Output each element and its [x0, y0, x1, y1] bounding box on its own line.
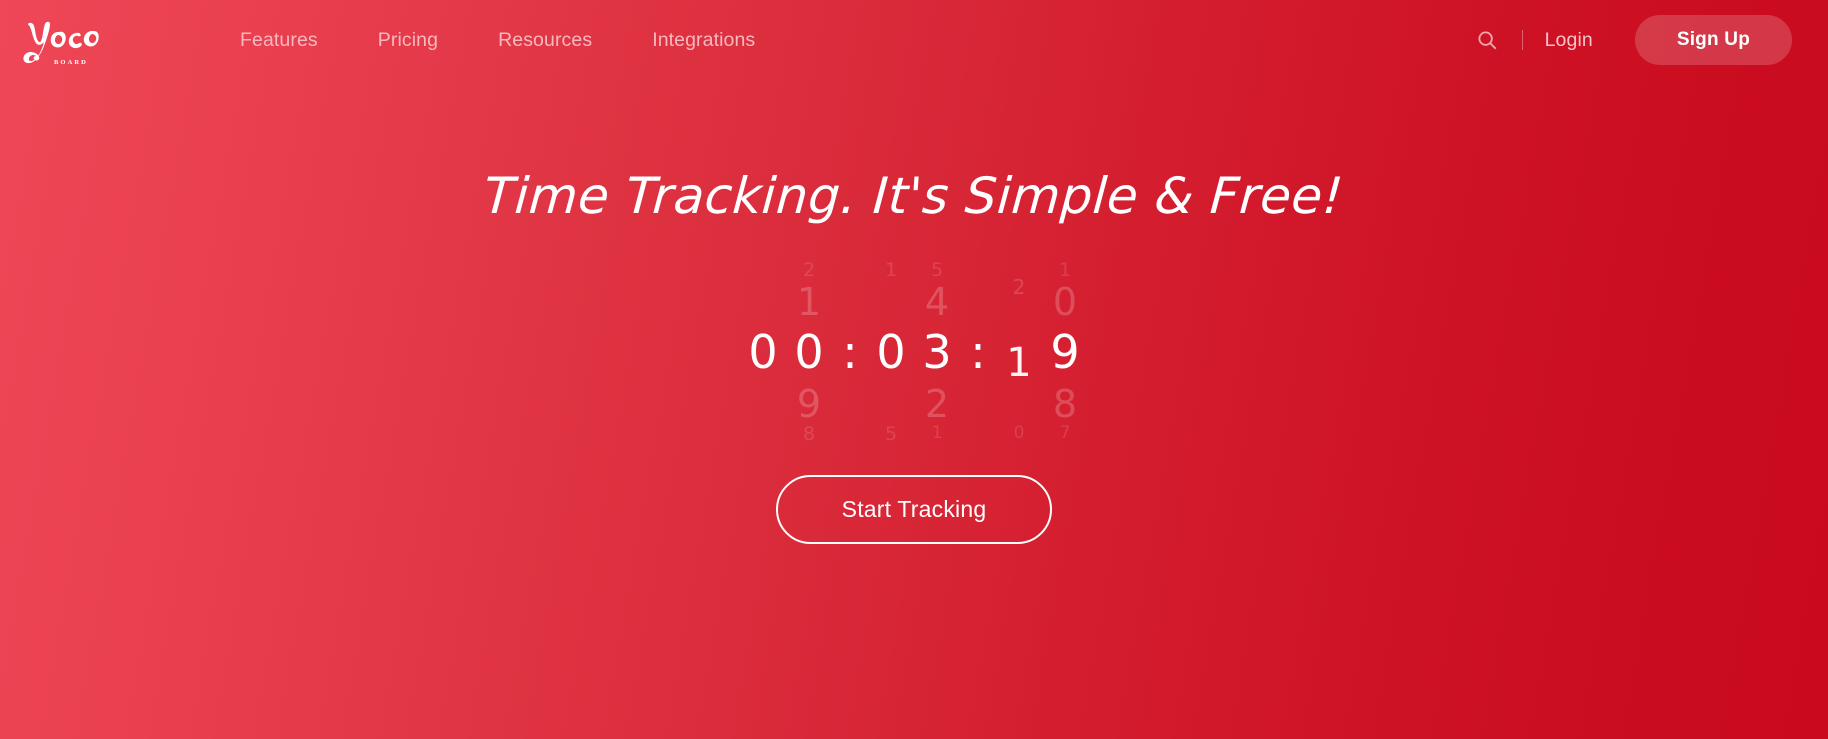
nav-item-features[interactable]: Features [210, 23, 348, 58]
nav-item-integrations[interactable]: Integrations [622, 23, 785, 58]
header-actions: Login Sign Up [1476, 15, 1792, 65]
digit-current: 0 [876, 325, 906, 379]
digit-far-down: 5 [884, 423, 898, 445]
yoco-wordmark-icon [23, 21, 99, 64]
timer-separator-2: : [960, 257, 996, 447]
digit-down: 2 [924, 382, 950, 426]
cta-container: Start Tracking [775, 475, 1053, 544]
digit-far-down: 8 [802, 423, 816, 445]
digit-current: 0 [748, 325, 778, 379]
digit-far-down: 7 [1059, 423, 1071, 443]
brand-subtitle: BOARD [54, 59, 88, 66]
digit-column-seconds-tens[interactable]: 2 1 0 [996, 257, 1042, 447]
digit-far-down: 0 [1013, 423, 1025, 443]
header-divider [1521, 30, 1523, 50]
digit-far-up: 1 [1058, 259, 1072, 281]
colon-glyph: : [970, 325, 986, 379]
main-nav: Features Pricing Resources Integrations [210, 23, 785, 58]
digit-up: 0 [1052, 280, 1078, 324]
digit-far-up: 2 [802, 259, 816, 281]
digit-far-down: 1 [931, 423, 943, 443]
digit-far-up: 5 [930, 259, 944, 281]
signup-button[interactable]: Sign Up [1634, 15, 1792, 65]
digit-down: 8 [1052, 382, 1078, 426]
digit-column-minutes-ones[interactable]: 5 4 3 2 1 [914, 257, 960, 447]
brand-logo[interactable]: BOARD [22, 10, 100, 72]
digit-up: 1 [796, 280, 822, 324]
hero-section: Time Tracking. It's Simple & Free! 0 2 1… [0, 80, 1828, 739]
login-link[interactable]: Login [1545, 29, 1593, 52]
digit-up: 2 [1012, 275, 1026, 299]
nav-item-pricing[interactable]: Pricing [348, 23, 468, 58]
search-icon[interactable] [1476, 29, 1498, 51]
start-tracking-button[interactable]: Start Tracking [775, 475, 1053, 544]
digit-current: 1 [1006, 340, 1032, 386]
digit-current: 3 [922, 325, 952, 379]
nav-item-resources[interactable]: Resources [468, 23, 622, 58]
digit-current: 9 [1050, 325, 1080, 379]
digit-column-seconds-ones[interactable]: 1 0 9 8 7 [1042, 257, 1088, 447]
digit-current: 0 [794, 325, 824, 379]
digit-down: 9 [796, 382, 822, 426]
hero-headline: Time Tracking. It's Simple & Free! [482, 167, 1346, 225]
colon-glyph: : [842, 325, 858, 379]
time-tracker-display[interactable]: 0 2 1 0 9 8 : 1 0 5 5 4 3 2 1: 2 1 0 1 … [744, 257, 1084, 447]
digit-far-up: 1 [884, 259, 898, 281]
digit-column-hours-ones[interactable]: 2 1 0 9 8 [786, 257, 832, 447]
timer-separator-1: : [832, 257, 868, 447]
digit-up: 4 [924, 280, 950, 324]
digit-column-minutes-tens[interactable]: 1 0 5 [868, 257, 914, 447]
digit-column-hours-tens[interactable]: 0 [740, 257, 786, 447]
site-header: BOARD Features Pricing Resources Integra… [0, 0, 1828, 80]
